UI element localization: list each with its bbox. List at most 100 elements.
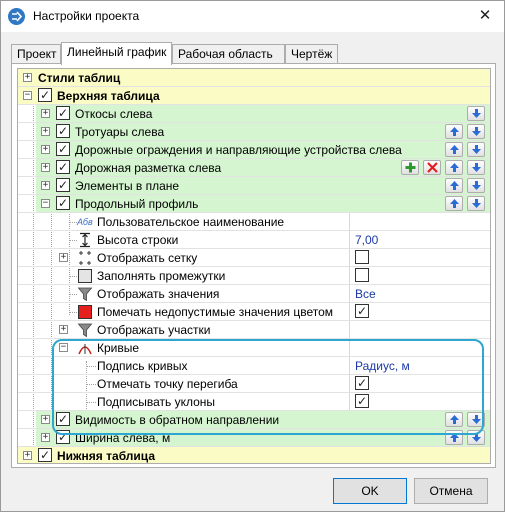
checkbox-icon[interactable]: ✓ <box>355 304 369 318</box>
arrow-down-icon <box>472 199 481 208</box>
checkbox-icon[interactable] <box>355 268 369 282</box>
tab-workspace[interactable]: Рабочая область <box>172 44 285 64</box>
expand-plus-icon[interactable]: + <box>41 181 50 190</box>
checkbox-icon[interactable]: ✓ <box>38 448 52 462</box>
row-height-value[interactable]: 7,00 <box>355 233 378 247</box>
checkbox-icon[interactable]: ✓ <box>56 196 70 210</box>
expand-plus-icon[interactable]: + <box>23 451 32 460</box>
tree-label: Отображать значения <box>97 287 220 301</box>
window-title: Настройки проекта <box>33 9 140 23</box>
arrow-down-icon <box>472 145 481 154</box>
expand-plus-icon[interactable]: + <box>41 415 50 424</box>
expand-plus-icon[interactable]: + <box>23 73 32 82</box>
expand-plus-icon[interactable]: + <box>41 433 50 442</box>
checkbox-icon[interactable]: ✓ <box>355 394 369 408</box>
delete-button[interactable] <box>423 160 441 175</box>
tree-row-sidewalks-left[interactable]: + ✓ Тротуары слева <box>18 123 490 141</box>
checkbox-icon[interactable]: ✓ <box>56 160 70 174</box>
collapse-minus-icon[interactable]: − <box>59 343 68 352</box>
move-up-button[interactable] <box>445 196 463 211</box>
move-down-button[interactable] <box>467 124 485 139</box>
tree-row-slopes-left[interactable]: + ✓ Откосы слева <box>18 105 490 123</box>
checkbox-icon[interactable]: ✓ <box>56 142 70 156</box>
move-up-button[interactable] <box>445 412 463 427</box>
tree-row-custom-name[interactable]: Абв Пользовательское наименование <box>18 213 490 231</box>
tree-row-curve-label[interactable]: Подпись кривых Радиус, м <box>18 357 490 375</box>
arrow-up-icon <box>450 415 459 424</box>
checkbox-icon[interactable]: ✓ <box>355 376 369 390</box>
add-button[interactable] <box>401 160 419 175</box>
tree-row-table-styles[interactable]: + Стили таблиц <box>18 69 490 87</box>
expand-plus-icon[interactable]: + <box>41 163 50 172</box>
move-down-button[interactable] <box>467 178 485 193</box>
ok-button[interactable]: OK <box>333 478 407 504</box>
tree-row-bottom-table[interactable]: + ✓ Нижняя таблица <box>18 447 490 463</box>
close-button[interactable]: ✕ <box>470 4 500 28</box>
move-down-button[interactable] <box>467 106 485 121</box>
collapse-minus-icon[interactable]: − <box>23 91 32 100</box>
tree-row-reverse-visibility[interactable]: + ✓ Видимость в обратном направлении <box>18 411 490 429</box>
tab-project[interactable]: Проект <box>11 44 61 64</box>
checkbox-icon[interactable]: ✓ <box>56 124 70 138</box>
arrow-up-icon <box>450 163 459 172</box>
arrow-up-icon <box>450 199 459 208</box>
delete-x-icon <box>427 162 438 173</box>
tree-label: Ширина слева, м <box>75 431 171 445</box>
cancel-button[interactable]: Отмена <box>414 478 488 504</box>
arrow-down-icon <box>472 181 481 190</box>
checkbox-icon[interactable]: ✓ <box>56 106 70 120</box>
tab-linear-graph[interactable]: Линейный график <box>61 42 172 65</box>
tab-drawing[interactable]: Чертёж <box>285 44 338 64</box>
move-up-button[interactable] <box>445 142 463 157</box>
tree-row-show-grid[interactable]: + Отображать сетку <box>18 249 490 267</box>
arrow-down-icon <box>472 433 481 442</box>
tree-row-row-height[interactable]: Высота строки 7,00 <box>18 231 490 249</box>
arrow-up-icon <box>450 433 459 442</box>
checkbox-icon[interactable]: ✓ <box>38 88 52 102</box>
tree-row-road-barriers-left[interactable]: + ✓ Дорожные ограждения и направляющие у… <box>18 141 490 159</box>
curve-label-value[interactable]: Радиус, м <box>355 359 410 373</box>
tab-panel: + Стили таблиц − ✓ Верхняя таблица + ✓ О… <box>11 63 496 468</box>
move-up-button[interactable] <box>445 124 463 139</box>
tree-row-mark-invalid[interactable]: Помечать недопустимые значения цветом ✓ <box>18 303 490 321</box>
move-down-button[interactable] <box>467 142 485 157</box>
move-down-button[interactable] <box>467 430 485 445</box>
expand-plus-icon[interactable]: + <box>59 253 68 262</box>
tree-label: Элементы в плане <box>75 179 180 193</box>
arrow-up-icon <box>450 127 459 136</box>
move-down-button[interactable] <box>467 412 485 427</box>
tree-row-fill-gaps[interactable]: Заполнять промежутки <box>18 267 490 285</box>
expand-plus-icon[interactable]: + <box>59 325 68 334</box>
grid-icon <box>77 250 93 266</box>
expand-plus-icon[interactable]: + <box>41 109 50 118</box>
checkbox-icon[interactable]: ✓ <box>56 412 70 426</box>
tree-label: Отображать сетку <box>97 251 198 265</box>
expand-plus-icon[interactable]: + <box>41 127 50 136</box>
tree-row-road-marking-left[interactable]: + ✓ Дорожная разметка слева <box>18 159 490 177</box>
tree-row-mark-inflection[interactable]: Отмечать точку перегиба ✓ <box>18 375 490 393</box>
collapse-minus-icon[interactable]: − <box>41 199 50 208</box>
tree-label: Подписывать уклоны <box>97 395 216 409</box>
move-up-button[interactable] <box>445 430 463 445</box>
tree-row-show-sections[interactable]: + Отображать участки <box>18 321 490 339</box>
tree-row-top-table[interactable]: − ✓ Верхняя таблица <box>18 87 490 105</box>
move-down-button[interactable] <box>467 196 485 211</box>
tree-row-show-values[interactable]: Отображать значения Все <box>18 285 490 303</box>
app-settings-icon <box>8 8 25 25</box>
checkbox-icon[interactable]: ✓ <box>56 430 70 444</box>
tree-row-plan-elements[interactable]: + ✓ Элементы в плане <box>18 177 490 195</box>
tree-label: Продольный профиль <box>75 197 199 211</box>
filter-funnel-icon <box>77 322 93 338</box>
checkbox-icon[interactable] <box>355 250 369 264</box>
tree-row-sign-slopes[interactable]: Подписывать уклоны ✓ <box>18 393 490 411</box>
tree-row-curves[interactable]: − Кривые <box>18 339 490 357</box>
show-values-value[interactable]: Все <box>355 287 376 301</box>
move-up-button[interactable] <box>445 160 463 175</box>
move-up-button[interactable] <box>445 178 463 193</box>
expand-plus-icon[interactable]: + <box>41 145 50 154</box>
arrow-down-icon <box>472 127 481 136</box>
move-down-button[interactable] <box>467 160 485 175</box>
checkbox-icon[interactable]: ✓ <box>56 178 70 192</box>
tree-row-long-profile[interactable]: − ✓ Продольный профиль <box>18 195 490 213</box>
tree-row-width-left[interactable]: + ✓ Ширина слева, м <box>18 429 490 447</box>
